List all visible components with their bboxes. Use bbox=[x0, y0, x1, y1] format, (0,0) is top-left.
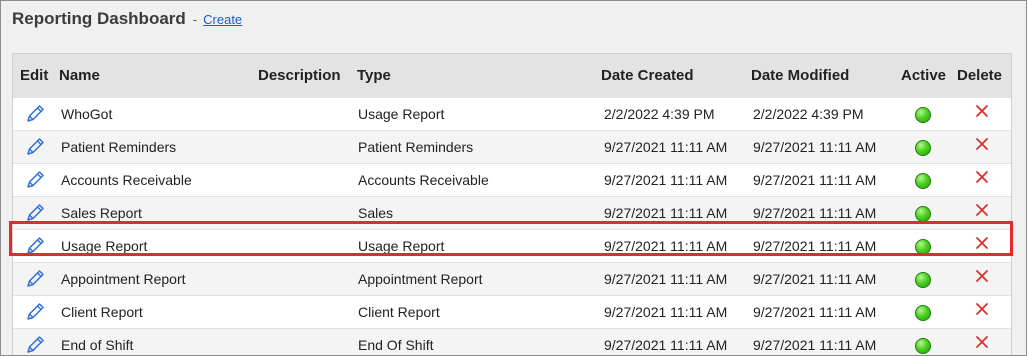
active-status-icon[interactable] bbox=[915, 173, 931, 189]
delete-x-icon[interactable] bbox=[974, 169, 990, 185]
cell-type: End Of Shift bbox=[358, 337, 434, 353]
cell-type: Client Report bbox=[358, 304, 440, 320]
cell-name: WhoGot bbox=[61, 106, 113, 122]
cell-date-modified: 9/27/2021 11:11 AM bbox=[753, 238, 877, 254]
x-glyph bbox=[976, 270, 988, 282]
cell-date-modified: 2/2/2022 4:39 PM bbox=[753, 106, 864, 122]
active-status-icon[interactable] bbox=[915, 140, 931, 156]
cell-date-modified: 9/27/2021 11:11 AM bbox=[753, 139, 877, 155]
edit-pencil-icon[interactable] bbox=[24, 169, 46, 191]
pencil-glyph bbox=[27, 204, 44, 221]
active-status-icon[interactable] bbox=[915, 338, 931, 354]
x-glyph bbox=[976, 303, 988, 315]
column-header-active[interactable]: Active bbox=[901, 67, 946, 84]
cell-type: Sales bbox=[358, 205, 394, 221]
cell-date-created: 2/2/2022 4:39 PM bbox=[604, 106, 715, 122]
page-title: Reporting Dashboard bbox=[12, 9, 186, 28]
column-header-name[interactable]: Name bbox=[59, 67, 100, 84]
delete-x-icon[interactable] bbox=[974, 301, 990, 317]
delete-x-icon[interactable] bbox=[974, 268, 990, 284]
cell-name: Sales Report bbox=[61, 205, 142, 221]
active-status-icon[interactable] bbox=[915, 305, 931, 321]
table-row[interactable]: WhoGot Usage Report 2/2/2022 4:39 PM 2/2/20… bbox=[13, 97, 1011, 130]
cell-type: Usage Report bbox=[358, 106, 445, 122]
cell-name: Usage Report bbox=[61, 238, 148, 254]
edit-pencil-icon[interactable] bbox=[24, 136, 46, 158]
x-glyph bbox=[976, 171, 988, 183]
pencil-glyph bbox=[27, 336, 44, 353]
pencil-glyph bbox=[27, 105, 44, 122]
cell-name: End of Shift bbox=[61, 337, 134, 353]
reporting-dashboard-panel: Reporting Dashboard - Create Edit Name D… bbox=[0, 0, 1027, 356]
column-header-edit[interactable]: Edit bbox=[20, 67, 48, 84]
x-glyph bbox=[976, 237, 988, 249]
cell-name: Appointment Report bbox=[61, 271, 186, 287]
cell-date-created: 9/27/2021 11:11 AM bbox=[604, 304, 728, 320]
table-row[interactable]: End of Shift End Of Shift 9/27/2021 11:11 … bbox=[13, 328, 1011, 355]
edit-pencil-icon[interactable] bbox=[24, 202, 46, 224]
pencil-glyph bbox=[27, 171, 44, 188]
x-glyph bbox=[976, 138, 988, 150]
column-header-description[interactable]: Description bbox=[258, 67, 341, 84]
create-link[interactable]: Create bbox=[203, 12, 242, 27]
delete-x-icon[interactable] bbox=[974, 136, 990, 152]
column-header-delete[interactable]: Delete bbox=[957, 67, 1002, 84]
pencil-glyph bbox=[27, 303, 44, 320]
table-row[interactable]: Usage Report Usage Report 9/27/2021 11:11 … bbox=[13, 229, 1011, 262]
cell-type: Appointment Report bbox=[358, 271, 483, 287]
cell-date-modified: 9/27/2021 11:11 AM bbox=[753, 271, 877, 287]
cell-date-modified: 9/27/2021 11:11 AM bbox=[753, 172, 877, 188]
delete-x-icon[interactable] bbox=[974, 334, 990, 350]
x-glyph bbox=[976, 204, 988, 216]
active-status-icon[interactable] bbox=[915, 107, 931, 123]
x-glyph bbox=[976, 336, 988, 348]
delete-x-icon[interactable] bbox=[974, 103, 990, 119]
pencil-glyph bbox=[27, 237, 44, 254]
edit-pencil-icon[interactable] bbox=[24, 268, 46, 290]
cell-date-created: 9/27/2021 11:11 AM bbox=[604, 337, 728, 353]
column-header-date-modified[interactable]: Date Modified bbox=[751, 67, 849, 84]
reports-table: Edit Name Description Type Date Created … bbox=[12, 53, 1012, 355]
title-separator: - bbox=[192, 12, 198, 27]
cell-date-created: 9/27/2021 11:11 AM bbox=[604, 271, 728, 287]
pencil-glyph bbox=[27, 138, 44, 155]
column-header-date-created[interactable]: Date Created bbox=[601, 67, 694, 84]
column-header-type[interactable]: Type bbox=[357, 67, 391, 84]
cell-type: Usage Report bbox=[358, 238, 445, 254]
pencil-glyph bbox=[27, 270, 44, 287]
cell-date-created: 9/27/2021 11:11 AM bbox=[604, 172, 728, 188]
table-row[interactable]: Client Report Client Report 9/27/2021 11:1… bbox=[13, 295, 1011, 328]
table-row[interactable]: Appointment Report Appointment Report 9/27… bbox=[13, 262, 1011, 295]
panel-header: Reporting Dashboard - Create bbox=[12, 9, 242, 29]
cell-type: Accounts Receivable bbox=[358, 172, 489, 188]
edit-pencil-icon[interactable] bbox=[24, 334, 46, 355]
cell-date-created: 9/27/2021 11:11 AM bbox=[604, 205, 728, 221]
table-row[interactable]: Patient Reminders Patient Reminders 9/27/2… bbox=[13, 130, 1011, 163]
delete-x-icon[interactable] bbox=[974, 235, 990, 251]
delete-x-icon[interactable] bbox=[974, 202, 990, 218]
edit-pencil-icon[interactable] bbox=[24, 301, 46, 323]
cell-name: Accounts Receivable bbox=[61, 172, 192, 188]
cell-name: Client Report bbox=[61, 304, 143, 320]
table-header: Edit Name Description Type Date Created … bbox=[13, 54, 1011, 97]
cell-name: Patient Reminders bbox=[61, 139, 177, 155]
cell-date-modified: 9/27/2021 11:11 AM bbox=[753, 205, 877, 221]
active-status-icon[interactable] bbox=[915, 272, 931, 288]
cell-type: Patient Reminders bbox=[358, 139, 474, 155]
table-row[interactable]: Sales Report Sales 9/27/2021 11:11 AM 9/27/… bbox=[13, 196, 1011, 229]
table-body: WhoGot Usage Report 2/2/2022 4:39 PM 2/2/20… bbox=[13, 97, 1011, 355]
edit-pencil-icon[interactable] bbox=[24, 235, 46, 257]
edit-pencil-icon[interactable] bbox=[24, 103, 46, 125]
active-status-icon[interactable] bbox=[915, 239, 931, 255]
cell-date-created: 9/27/2021 11:11 AM bbox=[604, 238, 728, 254]
cell-date-modified: 9/27/2021 11:11 AM bbox=[753, 304, 877, 320]
cell-date-modified: 9/27/2021 11:11 AM bbox=[753, 337, 877, 353]
table-row[interactable]: Accounts Receivable Accounts Receivable 9/… bbox=[13, 163, 1011, 196]
x-glyph bbox=[976, 105, 988, 117]
active-status-icon[interactable] bbox=[915, 206, 931, 222]
cell-date-created: 9/27/2021 11:11 AM bbox=[604, 139, 728, 155]
